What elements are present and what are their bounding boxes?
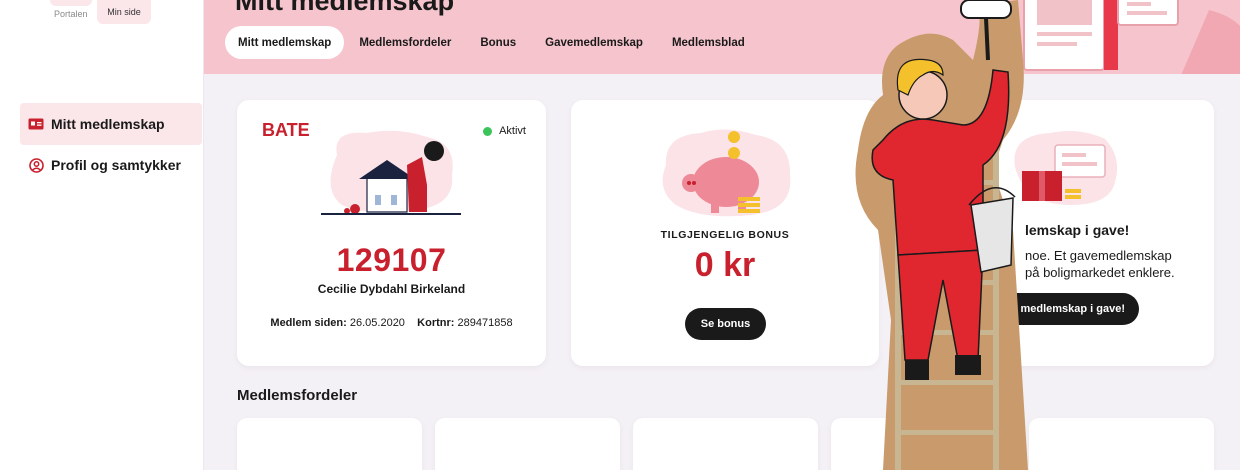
portal-tab-bg[interactable]	[50, 0, 92, 6]
status-text: Aktivt	[499, 125, 526, 137]
benefits-section-title: Medlemsfordeler	[237, 387, 358, 404]
gift-text: noe. Et gavemedlemskap på boligmarkedet …	[1025, 247, 1195, 281]
bonus-label: TILGJENGELIG BONUS	[660, 229, 790, 241]
sidebar-item-label: Mitt medlemskap	[51, 116, 165, 132]
member-since-value: 26.05.2020	[349, 317, 405, 329]
member-since-label: Medlem siden:	[270, 317, 347, 329]
painter-illustration	[855, 0, 1028, 470]
nav-tabs: Mitt medlemskap Medlemsfordeler Bonus Ga…	[225, 26, 760, 59]
gift-text-line1: noe. Et gavemedlemskap	[1025, 248, 1172, 263]
status-badge: Aktivt	[483, 125, 526, 137]
user-circle-icon	[28, 157, 44, 173]
portal-tab[interactable]: Portalen	[54, 9, 88, 19]
magazine-illustration	[1019, 0, 1240, 74]
tab-benefits[interactable]: Medlemsfordeler	[345, 26, 465, 59]
bate-logo: BATE	[262, 120, 310, 138]
tab-bonus[interactable]: Bonus	[466, 26, 530, 59]
member-number: 129107	[336, 242, 447, 278]
status-dot	[483, 126, 493, 136]
see-bonus-button[interactable]: Se bonus	[685, 308, 766, 340]
sidebar-item-profile[interactable]: Profil og samtykker	[20, 144, 202, 186]
card-no-label: Kortnr:	[417, 317, 455, 329]
piggy-bank-illustration	[662, 129, 791, 217]
bate-logo-text: BATE	[262, 120, 310, 138]
gift-text-line2: på boligmarkedet enklere.	[1025, 265, 1175, 280]
sidebar-item-label: Profil og samtykker	[51, 157, 181, 173]
member-meta: Medlem siden: 26.05.2020 Kortnr: 2894718…	[237, 317, 546, 329]
house-illustration	[321, 130, 461, 215]
benefit-card[interactable]	[435, 418, 620, 470]
page-header: Mitt medlemskap Mitt medlemskap Medlemsf…	[204, 0, 1240, 74]
my-page-tab[interactable]: Min side	[97, 0, 151, 24]
id-card-icon	[28, 116, 44, 132]
tab-membership[interactable]: Mitt medlemskap	[225, 26, 345, 59]
bonus-value: 0 kr	[694, 246, 756, 284]
sidebar-item-membership[interactable]: Mitt medlemskap	[20, 103, 202, 145]
tab-magazine[interactable]: Medlemsblad	[658, 26, 759, 59]
benefit-card[interactable]	[237, 418, 422, 470]
member-name: Cecilie Dybdahl Birkeland	[317, 282, 466, 296]
tab-gift-membership[interactable]: Gavemedlemskap	[531, 26, 657, 59]
bonus-card: TILGJENGELIG BONUS 0 kr Se bonus	[571, 100, 879, 366]
sidebar: Portalen Min side Mitt medlemskap Profil…	[0, 0, 204, 470]
membership-card: BATE Aktivt 129107 Cecilie Dybdahl Birke…	[237, 100, 546, 366]
benefit-card[interactable]	[1029, 418, 1214, 470]
benefit-card[interactable]	[633, 418, 818, 470]
card-no-value: 289471858	[457, 317, 513, 329]
page-title: Mitt medlemskap	[235, 0, 455, 16]
